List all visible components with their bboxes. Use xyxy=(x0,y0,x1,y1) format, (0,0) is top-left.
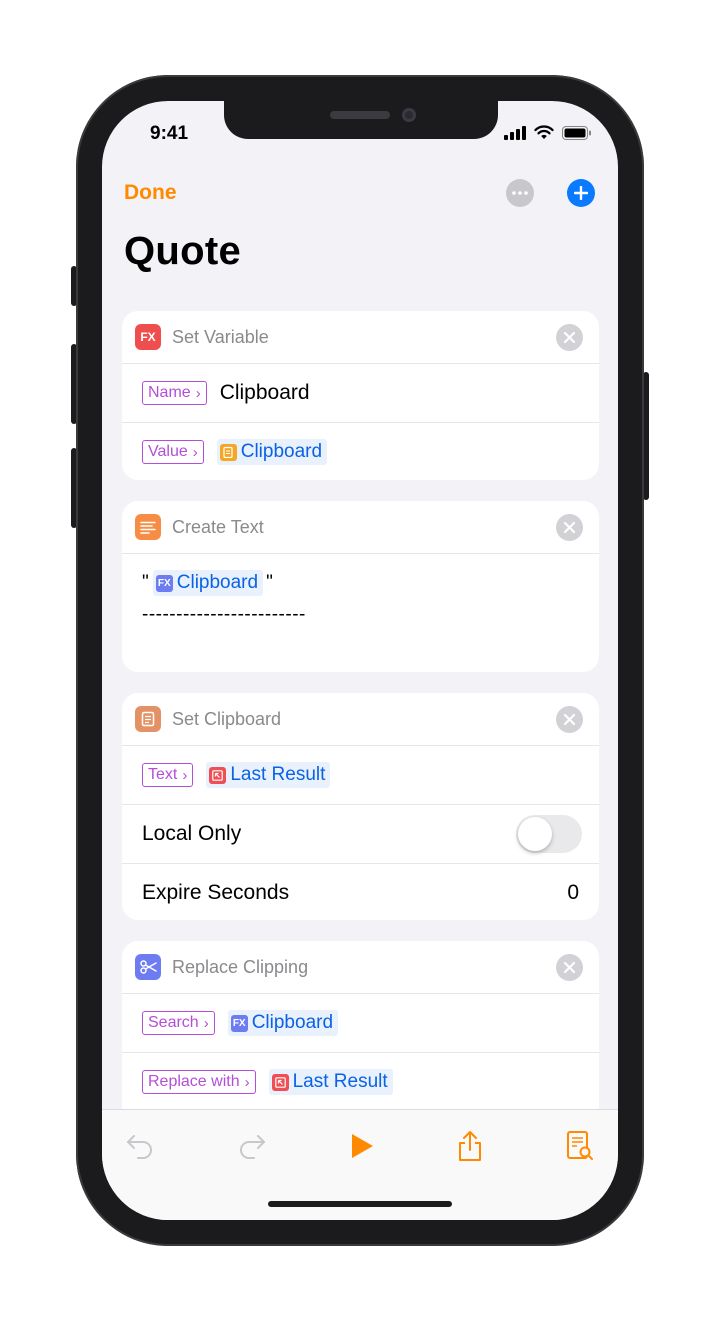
expire-seconds-value[interactable]: 0 xyxy=(567,881,579,905)
chevron-right-icon: › xyxy=(244,1073,250,1091)
clipboard-variable-token[interactable]: FX Clipboard xyxy=(152,570,264,596)
token-label: Clipboard xyxy=(176,572,259,593)
close-icon xyxy=(564,714,575,725)
token-label: Clipboard xyxy=(251,1012,334,1033)
close-icon xyxy=(564,962,575,973)
text-parameter[interactable]: Text › xyxy=(142,763,194,787)
local-only-label: Local Only xyxy=(142,822,242,845)
param-label: Text xyxy=(148,766,178,783)
action-header[interactable]: Create Text xyxy=(122,501,599,554)
status-icons xyxy=(504,125,592,140)
param-label: Replace with xyxy=(148,1073,240,1090)
action-title: Set Variable xyxy=(172,326,269,347)
remove-action-button[interactable] xyxy=(556,954,583,981)
action-set-clipboard[interactable]: Set Clipboard Text › Last Result Local On… xyxy=(122,693,599,920)
action-title: Create Text xyxy=(172,516,264,537)
text-lines-icon xyxy=(135,514,161,540)
action-header[interactable]: Set Clipboard xyxy=(122,693,599,746)
action-create-text[interactable]: Create Text " FX Clipboard " -----------… xyxy=(122,501,599,672)
action-title: Set Clipboard xyxy=(172,708,282,729)
redo-button[interactable] xyxy=(234,1128,270,1164)
text-row: Text › Last Result xyxy=(122,746,599,805)
plus-icon xyxy=(574,186,588,200)
open-quote: " xyxy=(142,572,149,593)
done-button[interactable]: Done xyxy=(124,181,177,205)
value-parameter[interactable]: Value › xyxy=(142,440,204,464)
text-body[interactable]: " FX Clipboard " -----------------------… xyxy=(122,554,599,640)
close-icon xyxy=(564,332,575,343)
param-label: Value xyxy=(148,443,188,460)
token-label: Last Result xyxy=(292,1071,388,1092)
clipboard-variable-token[interactable]: FX Clipboard xyxy=(227,1010,339,1036)
wifi-icon xyxy=(534,125,554,139)
details-button[interactable] xyxy=(562,1128,598,1164)
chevron-right-icon: › xyxy=(203,1014,209,1032)
search-row: Search › FX Clipboard xyxy=(122,994,599,1053)
document-search-icon xyxy=(567,1131,593,1160)
variable-name-value[interactable]: Clipboard xyxy=(220,381,310,405)
close-quote: " xyxy=(266,572,273,593)
replace-parameter[interactable]: Replace with › xyxy=(142,1070,256,1094)
chevron-right-icon: › xyxy=(182,766,188,784)
play-icon xyxy=(352,1134,373,1158)
remove-action-button[interactable] xyxy=(556,324,583,351)
chevron-right-icon: › xyxy=(192,443,198,461)
token-label: Clipboard xyxy=(240,441,323,462)
search-parameter[interactable]: Search › xyxy=(142,1011,215,1035)
battery-icon xyxy=(562,125,591,140)
remove-action-button[interactable] xyxy=(556,706,583,733)
close-icon xyxy=(564,522,575,533)
redo-icon xyxy=(240,1135,265,1159)
front-camera xyxy=(402,108,416,122)
expire-seconds-row: Expire Seconds 0 xyxy=(122,864,599,920)
share-icon xyxy=(459,1131,481,1161)
clipboard-icon xyxy=(135,706,161,732)
clipboard-icon xyxy=(219,443,237,461)
action-header[interactable]: Replace Clipping xyxy=(122,941,599,994)
token-label: Last Result xyxy=(230,764,326,785)
shortcut-title: Quote xyxy=(124,229,242,273)
expire-seconds-label: Expire Seconds xyxy=(142,881,290,904)
last-result-icon xyxy=(209,766,227,784)
notch xyxy=(224,101,498,139)
action-replace-clipping[interactable]: Replace Clipping Search › FX Clipboard Re… xyxy=(122,941,599,1131)
undo-button[interactable] xyxy=(122,1128,158,1164)
screen: 9:41 Done Quote FX Set Variable Name › C… xyxy=(102,101,618,1220)
share-button[interactable] xyxy=(452,1128,488,1164)
speaker xyxy=(330,111,390,119)
ellipsis-icon xyxy=(512,191,528,195)
home-indicator xyxy=(268,1201,452,1207)
dash-line: ------------------------ xyxy=(142,604,306,625)
undo-icon xyxy=(127,1135,152,1159)
clipboard-token[interactable]: Clipboard xyxy=(216,439,328,465)
fx-icon: FX xyxy=(155,574,173,592)
run-button[interactable] xyxy=(344,1128,380,1164)
name-parameter[interactable]: Name › xyxy=(142,381,207,405)
last-result-icon xyxy=(271,1073,289,1091)
name-row: Name › Clipboard xyxy=(122,364,599,423)
value-row: Value › Clipboard xyxy=(122,423,599,480)
add-action-button[interactable] xyxy=(567,179,595,207)
last-result-token[interactable]: Last Result xyxy=(268,1069,393,1095)
param-label: Search xyxy=(148,1014,199,1031)
remove-action-button[interactable] xyxy=(556,514,583,541)
action-title: Replace Clipping xyxy=(172,956,309,977)
more-options-button[interactable] xyxy=(506,179,534,207)
replace-row: Replace with › Last Result xyxy=(122,1053,599,1111)
last-result-token[interactable]: Last Result xyxy=(206,762,331,788)
chevron-right-icon: › xyxy=(195,384,201,402)
fx-icon: FX xyxy=(230,1014,248,1032)
action-set-variable[interactable]: FX Set Variable Name › Clipboard Value › C… xyxy=(122,311,599,480)
scissors-icon xyxy=(135,954,161,980)
cellular-signal-icon xyxy=(504,125,526,140)
status-time: 9:41 xyxy=(150,123,189,144)
param-label: Name xyxy=(148,384,191,401)
action-header[interactable]: FX Set Variable xyxy=(122,311,599,364)
local-only-toggle[interactable] xyxy=(516,815,582,853)
local-only-row: Local Only xyxy=(122,805,599,864)
toggle-knob xyxy=(518,817,552,851)
fx-icon: FX xyxy=(135,324,161,350)
